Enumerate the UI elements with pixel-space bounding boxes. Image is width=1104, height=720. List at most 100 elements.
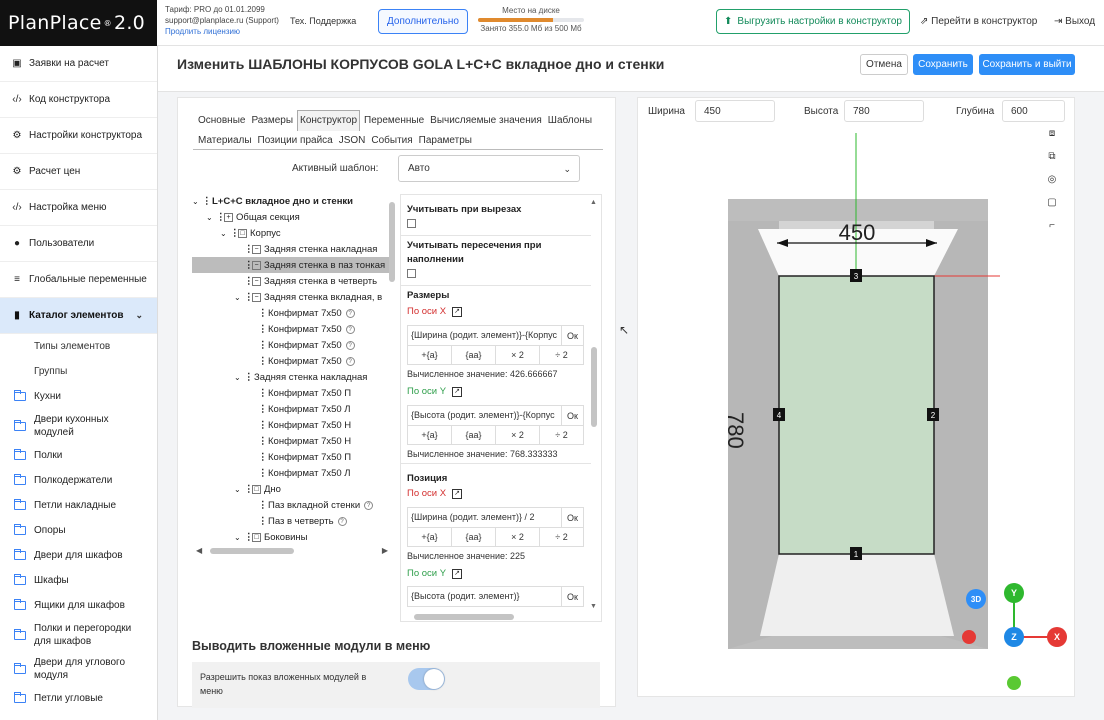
goto-constructor-link[interactable]: ⇗ Перейти в конструктор xyxy=(920,16,1037,27)
marker-1[interactable]: 1 xyxy=(850,547,862,560)
tree-scrollbar[interactable] xyxy=(389,202,395,282)
tab-2[interactable]: Конструктор xyxy=(297,110,361,131)
tree-node[interactable]: ⌄ ⋮ □ Дно xyxy=(192,481,390,497)
drag-handle-icon[interactable]: ⋮ xyxy=(258,452,268,463)
tree-hscrollbar[interactable]: ◀ ▶ xyxy=(196,546,388,555)
drag-handle-icon[interactable]: ⋮ xyxy=(258,516,268,527)
tab-9[interactable]: События xyxy=(369,131,414,151)
drag-handle-icon[interactable]: ⋮ xyxy=(258,436,268,447)
chevron-down-icon[interactable]: ⌄ xyxy=(234,533,244,542)
renew-license-link[interactable]: Продлить лицензию xyxy=(165,27,240,36)
drag-handle-icon[interactable]: ⋮ xyxy=(258,500,268,511)
marker-2[interactable]: 2 xyxy=(927,408,939,421)
tab-3[interactable]: Переменные xyxy=(362,111,426,131)
props-scrollbar[interactable] xyxy=(591,347,597,427)
sidebar-folder[interactable]: Шкафы xyxy=(0,568,157,593)
tree-node[interactable]: ⋮ Конфирмат 7х50 Л xyxy=(192,401,390,417)
view-side-icon[interactable]: ⧉ xyxy=(1046,151,1058,163)
drag-handle-icon[interactable]: ⋮ xyxy=(202,196,212,207)
save-button[interactable]: Сохранить xyxy=(913,54,973,75)
cut-checkbox[interactable] xyxy=(407,219,416,228)
tree-node[interactable]: ⋮ Конфирмат 7х50 П xyxy=(192,385,390,401)
operator-button[interactable]: ÷ 2 xyxy=(540,426,583,444)
tab-0[interactable]: Основные xyxy=(196,111,247,131)
drag-handle-icon[interactable]: ⋮ xyxy=(258,308,268,319)
help-icon[interactable]: ? xyxy=(337,516,347,526)
logo[interactable]: PlanPlace ® 2.0 xyxy=(0,0,157,46)
tree-node[interactable]: ⋮ Конфирмат 7х50? xyxy=(192,353,390,369)
drag-handle-icon[interactable]: ⋮ xyxy=(258,356,268,367)
sidebar-item-0[interactable]: ▣ Заявки на расчет xyxy=(0,46,157,82)
pos-y-formula[interactable]: {Высота (родит. элемент)} xyxy=(408,587,561,606)
operator-button[interactable]: ÷ 2 xyxy=(540,528,583,546)
help-icon[interactable]: ? xyxy=(345,356,355,366)
back-panel[interactable] xyxy=(778,275,935,555)
zoom-fit-icon[interactable]: ◎ xyxy=(1046,174,1058,186)
sidebar-folder[interactable]: Опоры xyxy=(0,518,157,543)
3d-viewer[interactable]: Ширина 450 Высота 780 Глубина 600 450 78… xyxy=(637,97,1075,697)
sidebar-item-4[interactable]: ‹/› Настройка меню xyxy=(0,190,157,226)
external-link-icon[interactable]: ↗ xyxy=(452,488,463,499)
cancel-button[interactable]: Отмена xyxy=(860,54,908,75)
operator-button[interactable]: +{a} xyxy=(408,528,452,546)
help-icon[interactable]: ? xyxy=(364,500,374,510)
chevron-down-icon[interactable]: ⌄ xyxy=(234,485,244,494)
gizmo-x-axis[interactable]: X xyxy=(1047,627,1067,647)
gizmo-z-axis[interactable]: Z xyxy=(1004,627,1024,647)
tree-node[interactable]: ⋮ Конфирмат 7х50 Н xyxy=(192,417,390,433)
external-link-icon[interactable]: ↗ xyxy=(452,306,463,317)
tree-node[interactable]: ⌄ ⋮ □ Боковины xyxy=(192,529,390,545)
operator-button[interactable]: × 2 xyxy=(496,346,540,364)
sidebar-folder[interactable]: Двери кухонных модулей xyxy=(0,409,157,443)
chevron-down-icon[interactable]: ⌄ xyxy=(234,293,244,302)
size-x-ok-button[interactable]: Ок xyxy=(561,326,583,345)
intersect-checkbox[interactable] xyxy=(407,269,416,278)
external-link-icon[interactable]: ↗ xyxy=(452,568,463,579)
tree-node[interactable]: ⋮ Конфирмат 7х50 Л xyxy=(192,465,390,481)
tree-node[interactable]: ⌄ ⋮ □ Корпус xyxy=(192,225,390,241)
drag-handle-icon[interactable]: ⋮ xyxy=(216,212,226,223)
drag-handle-icon[interactable]: ⋮ xyxy=(244,484,254,495)
operator-button[interactable]: {aa} xyxy=(452,528,496,546)
sidebar-folder[interactable]: Двери для углового модуля xyxy=(0,652,157,686)
drag-handle-icon[interactable]: ⋮ xyxy=(258,388,268,399)
operator-button[interactable]: +{a} xyxy=(408,346,452,364)
marker-3[interactable]: 3 xyxy=(850,269,862,282)
sidebar-item-6[interactable]: ≡ Глобальные переменные xyxy=(0,262,157,298)
tree-node[interactable]: ⋮ − Задняя стенка накладная xyxy=(192,241,390,257)
gizmo-3d-button[interactable]: 3D xyxy=(966,589,986,609)
operator-button[interactable]: +{a} xyxy=(408,426,452,444)
chevron-down-icon[interactable]: ⌄ xyxy=(220,229,230,238)
drag-handle-icon[interactable]: ⋮ xyxy=(258,468,268,479)
tab-4[interactable]: Вычисляемые значения xyxy=(428,111,544,131)
drag-handle-icon[interactable]: ⋮ xyxy=(230,228,240,239)
tree-node[interactable]: ⋮ Конфирмат 7х50? xyxy=(192,305,390,321)
sidebar-folder[interactable]: Кухни xyxy=(0,384,157,409)
tree-node[interactable]: ⋮ Конфирмат 7х50? xyxy=(192,321,390,337)
tree-node[interactable]: ⌄ ⋮ Задняя стенка накладная xyxy=(192,369,390,385)
tree-node[interactable]: ⋮ − Задняя стенка в паз тонкая xyxy=(192,257,390,273)
tab-5[interactable]: Шаблоны xyxy=(546,111,594,131)
scroll-down-icon[interactable]: ▼ xyxy=(590,603,597,610)
sidebar-item-1[interactable]: ‹/› Код конструктора xyxy=(0,82,157,118)
export-settings-button[interactable]: ⬆ Выгрузить настройки в конструктор xyxy=(716,9,910,34)
gizmo-neg-y[interactable] xyxy=(1007,676,1021,690)
view-front-icon[interactable]: ⧈ xyxy=(1046,128,1058,140)
exit-link[interactable]: ⇥ Выход xyxy=(1054,16,1095,27)
sidebar-folder[interactable]: Двери для шкафов xyxy=(0,543,157,568)
sidebar-folder[interactable]: Полкодержатели xyxy=(0,468,157,493)
chevron-down-icon[interactable]: ⌄ xyxy=(206,213,216,222)
tree-node[interactable]: ⋮ Паз вкладной стенки? xyxy=(192,497,390,513)
help-icon[interactable]: ? xyxy=(345,324,355,334)
drag-handle-icon[interactable]: ⋮ xyxy=(244,532,254,543)
sidebar-folder[interactable]: Ящики для шкафов xyxy=(0,593,157,618)
pos-x-ok-button[interactable]: Ок xyxy=(561,508,583,527)
gizmo-neg-x[interactable] xyxy=(962,630,976,644)
pos-x-formula[interactable]: {Ширина (родит. элемент)} / 2 xyxy=(408,508,561,527)
size-y-formula[interactable]: {Высота (родит. элемент)}-{Корпус xyxy=(408,406,561,425)
drag-handle-icon[interactable]: ⋮ xyxy=(244,372,254,383)
gizmo-y-axis[interactable]: Y xyxy=(1004,583,1024,603)
sidebar-subitem[interactable]: Группы xyxy=(0,359,157,384)
sidebar-item-2[interactable]: ⚙ Настройки конструктора xyxy=(0,118,157,154)
more-button[interactable]: Дополнительно xyxy=(378,9,468,34)
